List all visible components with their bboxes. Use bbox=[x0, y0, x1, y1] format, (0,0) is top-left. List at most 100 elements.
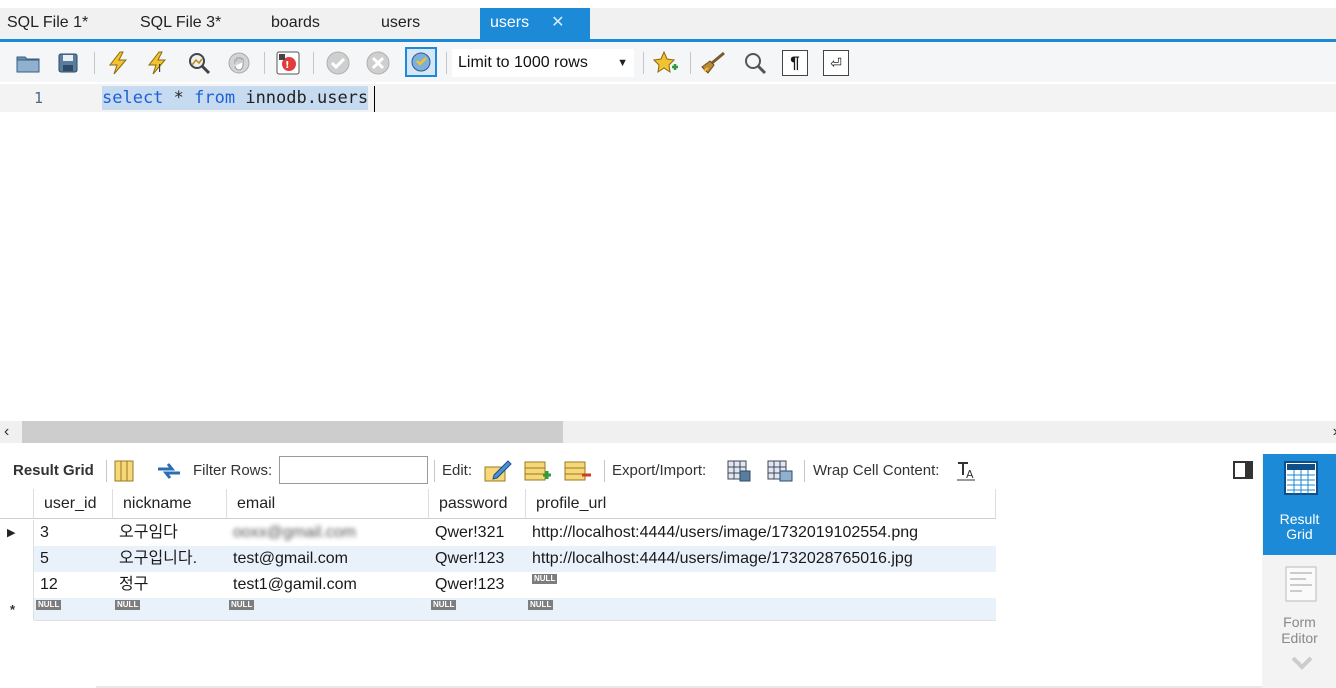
cell-email[interactable]: test@gmail.com bbox=[227, 546, 429, 572]
toolbar-separator bbox=[264, 52, 265, 74]
stop-icon[interactable] bbox=[226, 50, 252, 76]
cell-email[interactable]: test1@gamil.com bbox=[227, 572, 429, 598]
column-layout-icon[interactable] bbox=[114, 460, 134, 482]
grid-bottom-border bbox=[34, 620, 996, 621]
null-badge: NULL bbox=[431, 600, 457, 610]
side-result-label: Result Grid bbox=[1263, 512, 1336, 542]
side-form-label-line2: Editor bbox=[1281, 630, 1318, 646]
tab-users-active[interactable]: users ✕ bbox=[480, 8, 590, 40]
null-badge: NULL bbox=[229, 600, 255, 610]
find-magnifier-icon[interactable] bbox=[742, 50, 768, 76]
cell-profile-url-null[interactable]: NULL bbox=[526, 572, 996, 598]
delete-row-icon[interactable] bbox=[564, 459, 592, 483]
current-row-indicator: ▶ bbox=[0, 520, 34, 546]
svg-text:!: ! bbox=[285, 60, 290, 71]
tab-users[interactable]: users bbox=[381, 8, 420, 40]
column-header-user-id[interactable]: user_id bbox=[34, 489, 113, 519]
cell-nickname[interactable]: 정구 bbox=[113, 572, 227, 598]
table-row[interactable]: 5 오구입니다. test@gmail.com Qwer!123 http://… bbox=[0, 546, 996, 572]
toolbar-separator bbox=[690, 52, 691, 74]
chevron-down-icon[interactable] bbox=[1291, 656, 1313, 670]
dropdown-arrow-icon: ▼ bbox=[617, 57, 628, 69]
toolbar-separator bbox=[604, 460, 605, 482]
toggle-side-panel-icon[interactable] bbox=[1233, 461, 1253, 479]
toolbar-separator bbox=[643, 52, 644, 74]
editor-horizontal-scrollbar[interactable]: ‹ › bbox=[0, 421, 1336, 443]
scrollbar-thumb[interactable] bbox=[22, 421, 563, 443]
table-row[interactable]: ▶ 3 오구임다 ooxx@gmail.com Qwer!321 http://… bbox=[0, 520, 996, 546]
export-icon[interactable] bbox=[726, 459, 752, 483]
cell-user-id[interactable]: 12 bbox=[34, 572, 113, 598]
cell-profile-url[interactable]: http://localhost:4444/users/image/173202… bbox=[526, 546, 996, 572]
toolbar-separator bbox=[313, 52, 314, 74]
column-header-nickname[interactable]: nickname bbox=[113, 489, 227, 519]
tab-label: SQL File 3* bbox=[140, 14, 222, 31]
result-grid-side-button[interactable]: Result Grid bbox=[1263, 454, 1336, 555]
null-badge: NULL bbox=[115, 600, 141, 610]
null-badge: NULL bbox=[36, 600, 62, 610]
svg-text:I: I bbox=[158, 62, 161, 75]
invisible-chars-pilcrow-icon[interactable]: ¶ bbox=[782, 50, 808, 76]
tab-sql-file-1[interactable]: SQL File 1* bbox=[7, 8, 88, 40]
tab-boards[interactable]: boards bbox=[271, 8, 320, 40]
execute-lightning-icon[interactable] bbox=[105, 50, 131, 76]
toolbar-separator bbox=[106, 460, 107, 482]
sql-code-line[interactable]: select * from innodb.users bbox=[102, 86, 369, 110]
filter-rows-input[interactable] bbox=[279, 456, 428, 484]
toggle-error-icon[interactable]: ! bbox=[275, 50, 301, 76]
rollback-x-icon[interactable] bbox=[365, 50, 391, 76]
filter-rows-label: Filter Rows: bbox=[193, 462, 273, 479]
line-number: 1 bbox=[34, 89, 44, 107]
cell-profile-url[interactable]: http://localhost:4444/users/image/173201… bbox=[526, 520, 996, 546]
beautify-star-icon[interactable] bbox=[653, 50, 679, 76]
cell-password[interactable]: Qwer!321 bbox=[429, 520, 526, 546]
edit-row-icon[interactable] bbox=[484, 459, 512, 483]
execute-current-lightning-icon[interactable]: I bbox=[145, 50, 171, 76]
svg-text:A: A bbox=[966, 468, 974, 481]
column-header-profile-url[interactable]: profile_url bbox=[526, 489, 996, 519]
result-grid-icon bbox=[1284, 461, 1318, 495]
sql-keyword: select bbox=[102, 88, 164, 108]
table-row[interactable]: 12 정구 test1@gamil.com Qwer!123 NULL bbox=[0, 572, 996, 598]
column-header-password[interactable]: password bbox=[429, 489, 526, 519]
commit-check-icon[interactable] bbox=[325, 50, 351, 76]
column-header-email[interactable]: email bbox=[227, 489, 429, 519]
limit-rows-select[interactable]: Limit to 1000 rows ▼ bbox=[452, 49, 634, 77]
close-icon[interactable]: ✕ bbox=[551, 14, 564, 31]
cell-password[interactable]: Qwer!123 bbox=[429, 546, 526, 572]
tab-label: boards bbox=[271, 14, 320, 31]
import-icon[interactable] bbox=[766, 459, 794, 483]
sql-text: innodb.users bbox=[235, 88, 369, 108]
null-badge: NULL bbox=[528, 600, 554, 610]
sql-editor-toolbar: I ! Limit to 1000 rows ▼ ¶ ⏎ bbox=[0, 42, 1336, 82]
sql-editor[interactable]: 1 select * from innodb.users bbox=[0, 84, 1336, 420]
form-editor-side-button[interactable]: Form Editor bbox=[1263, 560, 1336, 688]
cell-password[interactable]: Qwer!123 bbox=[429, 572, 526, 598]
sql-keyword: from bbox=[194, 88, 236, 108]
cell-user-id[interactable]: 3 bbox=[34, 520, 113, 546]
new-row[interactable]: * NULL NULL NULL NULL NULL bbox=[0, 598, 996, 620]
row-header-corner bbox=[0, 489, 34, 519]
form-editor-icon bbox=[1285, 566, 1317, 602]
open-folder-icon[interactable] bbox=[15, 50, 41, 76]
result-grid-toolbar: Result Grid Filter Rows: Edit: Export/Im… bbox=[0, 454, 1262, 488]
save-icon[interactable] bbox=[55, 50, 81, 76]
brush-icon[interactable] bbox=[700, 50, 726, 76]
refresh-icon[interactable] bbox=[156, 459, 182, 483]
side-form-label: Form Editor bbox=[1263, 614, 1336, 646]
add-row-icon[interactable] bbox=[524, 459, 552, 483]
toolbar-separator bbox=[94, 52, 95, 74]
tab-sql-file-3[interactable]: SQL File 3* bbox=[140, 8, 221, 40]
scroll-left-icon[interactable]: ‹ bbox=[4, 421, 9, 443]
cell-nickname[interactable]: 오구입니다. bbox=[113, 546, 227, 572]
cell-user-id[interactable]: 5 bbox=[34, 546, 113, 572]
autocommit-toggle-icon[interactable] bbox=[405, 47, 437, 77]
explain-magnifier-icon[interactable] bbox=[186, 50, 212, 76]
cell-email-redacted[interactable]: ooxx@gmail.com bbox=[227, 520, 429, 546]
toolbar-separator bbox=[446, 52, 447, 74]
toolbar-separator bbox=[434, 460, 435, 482]
new-row-marker: * bbox=[10, 602, 16, 617]
wrap-cell-icon[interactable]: A bbox=[956, 461, 976, 481]
cell-nickname[interactable]: 오구임다 bbox=[113, 520, 227, 546]
wrap-lines-icon[interactable]: ⏎ bbox=[823, 50, 849, 76]
